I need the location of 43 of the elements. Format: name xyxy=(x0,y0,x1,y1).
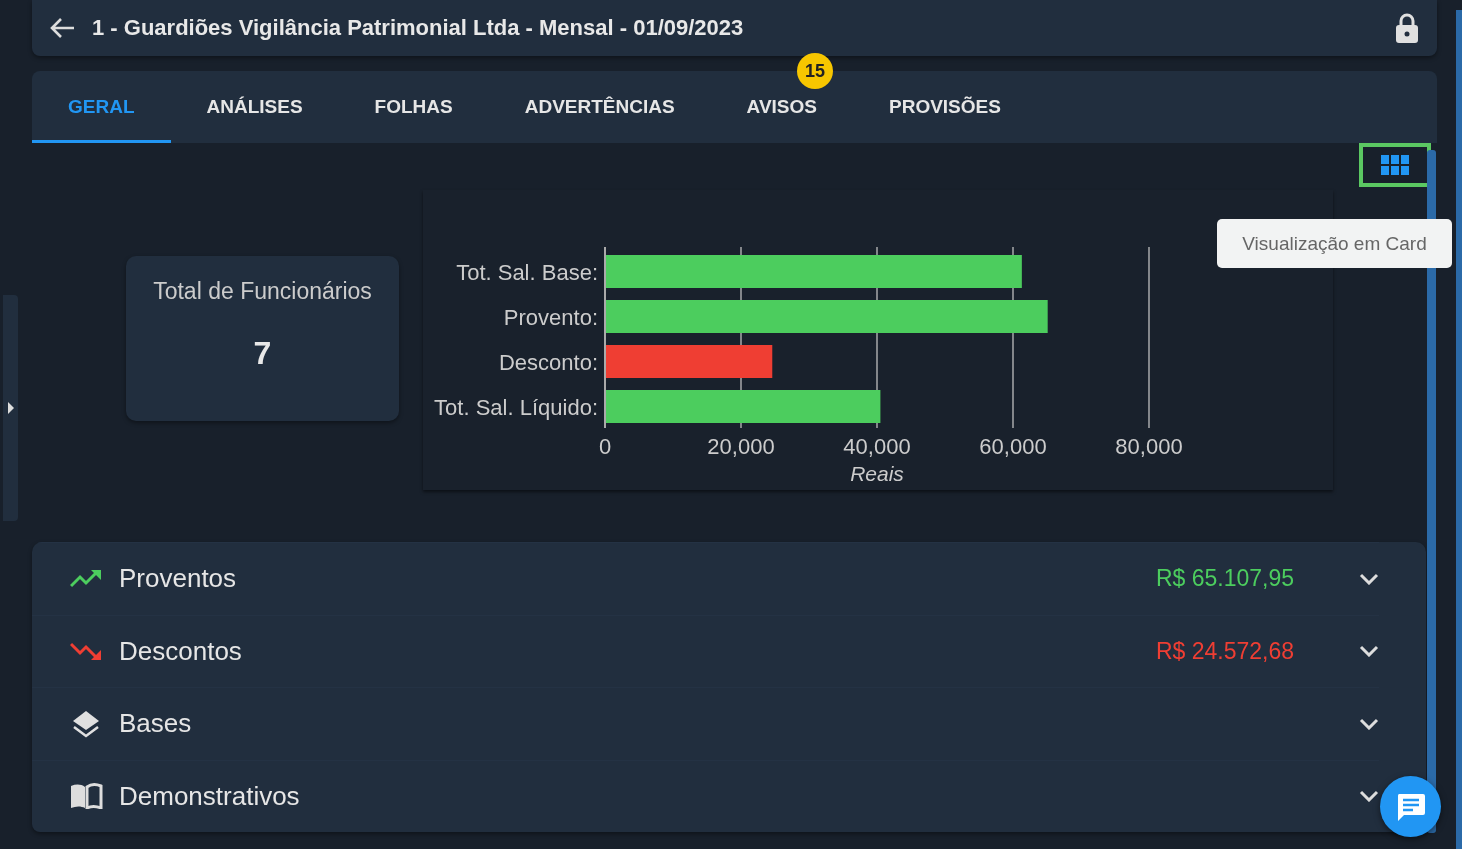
lock-icon xyxy=(1395,12,1419,44)
chevron-down-icon xyxy=(1359,645,1379,658)
tab[interactable]: ANÁLISES xyxy=(170,71,339,143)
category-label: Provento: xyxy=(503,304,598,330)
category-label: Tot. Sal. Base: xyxy=(456,259,598,285)
section-title: Proventos xyxy=(119,563,238,595)
tick-label: 80,000 xyxy=(1115,434,1183,459)
section-row[interactable]: Demonstrativos xyxy=(32,759,1379,832)
tab[interactable]: PROVISÕES xyxy=(853,71,1037,143)
back-button[interactable] xyxy=(48,16,76,40)
section-title: Bases xyxy=(119,708,193,740)
chevron-down-icon xyxy=(1359,572,1379,585)
chevron-down-icon xyxy=(1359,717,1379,730)
book-icon xyxy=(69,783,103,810)
trending-up-icon xyxy=(70,568,102,589)
layers-icon xyxy=(71,708,101,739)
page-title: 1 - Guardiões Vigilância Patrimonial Ltda - Mensal - 01/09/2023 xyxy=(92,15,745,41)
scrollbar[interactable] xyxy=(1456,10,1462,849)
stat-value: 7 xyxy=(253,335,272,372)
tick-label: 20,000 xyxy=(707,434,775,459)
axis-title: Reais xyxy=(850,462,904,485)
tab[interactable]: GERAL xyxy=(32,71,171,143)
tick-label: 0 xyxy=(598,434,612,459)
count-badge: 15 xyxy=(797,53,833,89)
section-title: Demonstrativos xyxy=(119,780,301,812)
category-label: Tot. Sal. Líquido: xyxy=(434,394,598,420)
tooltip: Visualização em Card xyxy=(1217,219,1452,268)
amount: R$ 24.572,68 xyxy=(1155,637,1294,665)
section-row[interactable]: Proventos R$ 65.107,95 xyxy=(32,542,1379,615)
amount: R$ 65.107,95 xyxy=(1155,565,1294,593)
tab[interactable]: ADVERTÊNCIAS xyxy=(488,71,711,143)
sidebar-handle[interactable] xyxy=(3,295,18,521)
section-title: Descontos xyxy=(119,635,243,667)
trending-down-icon xyxy=(70,641,102,662)
stat-label: Total de Funcionários xyxy=(153,278,372,305)
section-row[interactable]: Descontos R$ 24.572,68 xyxy=(32,614,1379,687)
grid-icon xyxy=(1381,155,1409,175)
category-label: Desconto: xyxy=(498,349,598,375)
section-row[interactable]: Bases xyxy=(32,687,1379,760)
tick-label: 40,000 xyxy=(843,434,911,459)
chevron-down-icon xyxy=(1359,790,1379,803)
tick-label: 60,000 xyxy=(979,434,1047,459)
tab[interactable]: FOLHAS xyxy=(338,71,489,143)
